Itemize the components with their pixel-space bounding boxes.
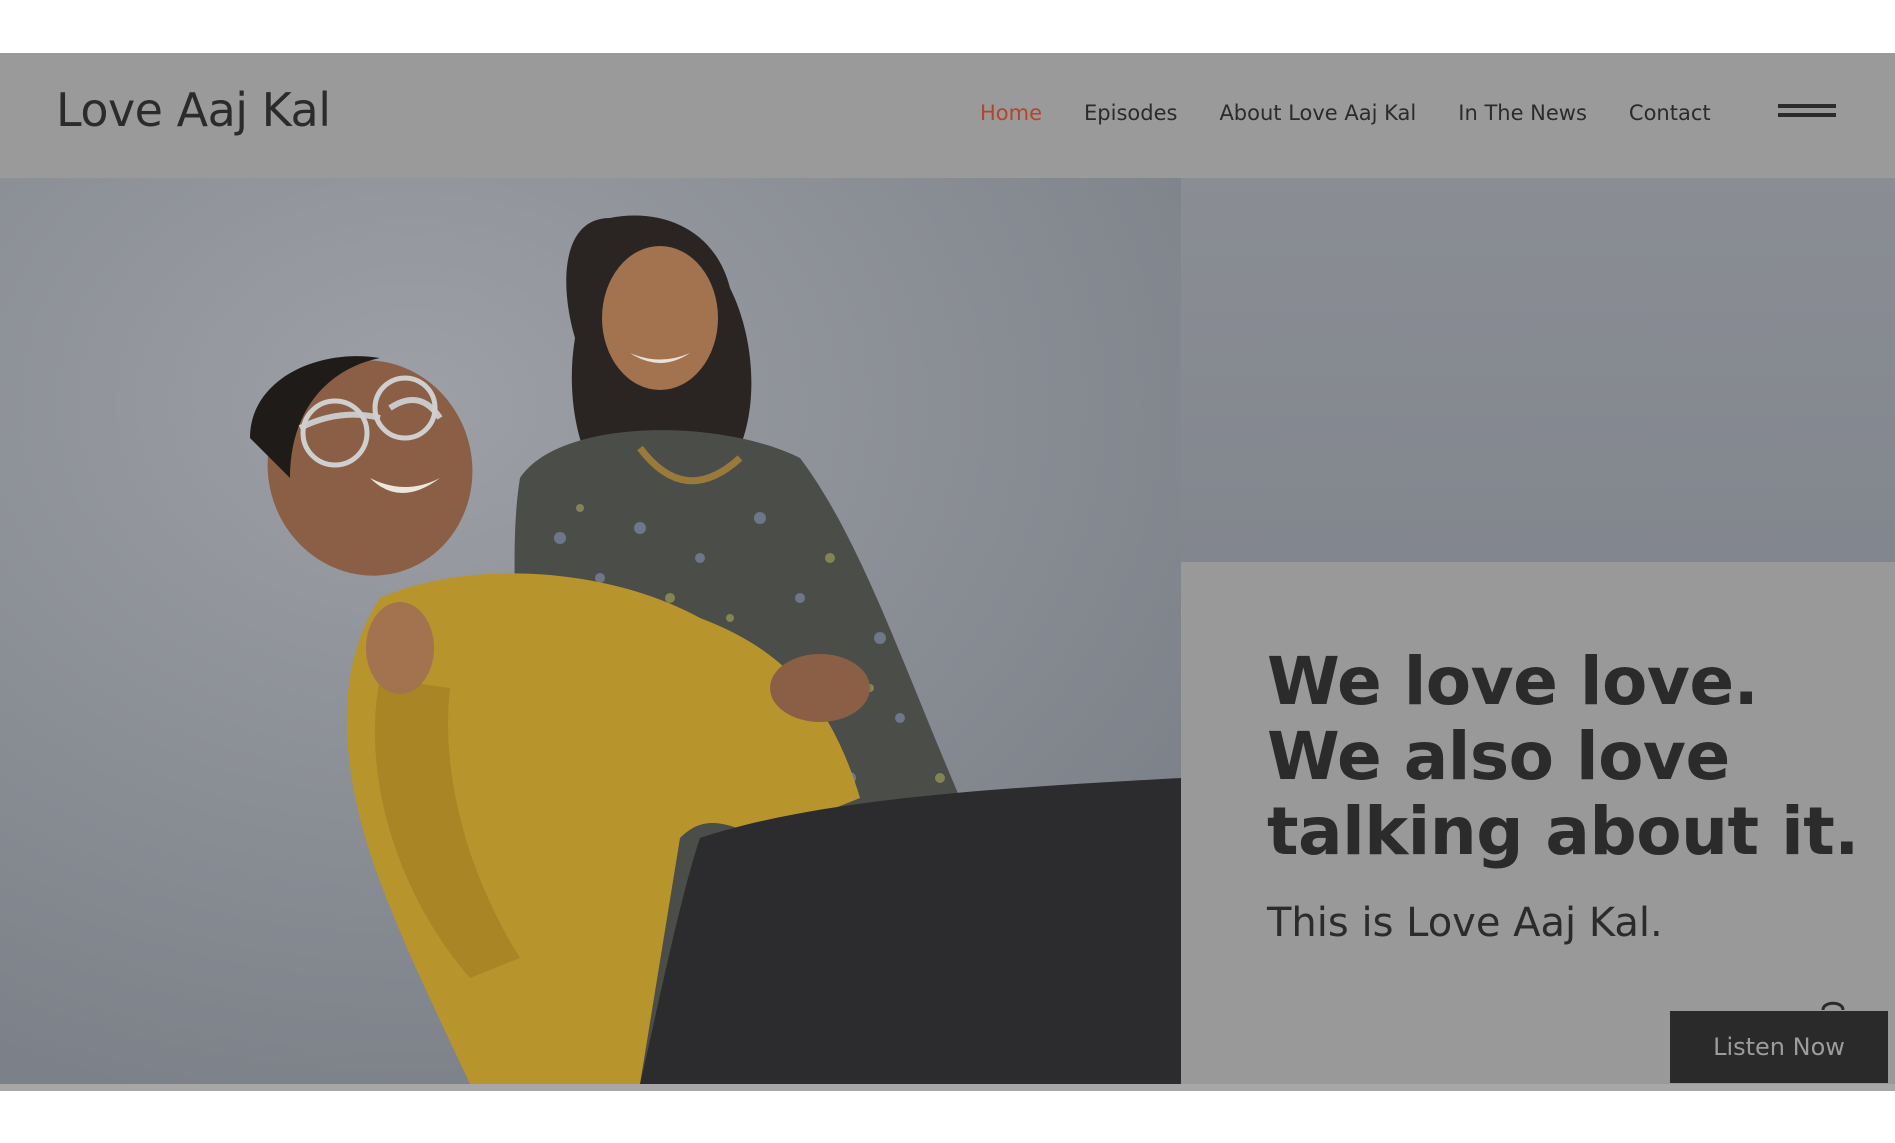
listen-now-button[interactable]: Listen Now [1670,1011,1888,1083]
hamburger-icon[interactable] [1778,100,1836,124]
bottom-divider [0,1084,1895,1091]
nav-item-home[interactable]: Home [980,101,1042,125]
hero-text-panel: We love love. We also love talking about… [1181,562,1895,1084]
site-logo[interactable]: Love Aaj Kal [56,83,331,137]
nav-item-news[interactable]: In The News [1458,101,1587,125]
headline-line: talking about it. [1267,793,1859,870]
nav-item-about[interactable]: About Love Aaj Kal [1219,101,1416,125]
nav-item-episodes[interactable]: Episodes [1084,101,1177,125]
hero-photo [0,178,1181,1084]
main-nav: Home Episodes About Love Aaj Kal In The … [980,101,1711,125]
headline-line: We also love [1267,718,1730,795]
hands-clasped [770,654,870,722]
hamburger-line [1778,104,1836,108]
hero-subline: This is Love Aaj Kal. [1267,900,1663,946]
nav-item-contact[interactable]: Contact [1629,101,1711,125]
hamburger-line [1778,113,1836,117]
hero-headline: We love love. We also love talking about… [1267,644,1867,869]
woman-face [602,246,718,390]
headline-line: We love love. [1267,643,1759,720]
site-header: Love Aaj Kal Home Episodes About Love Aa… [0,53,1895,178]
woman-hand [366,602,434,694]
page: Love Aaj Kal Home Episodes About Love Aa… [0,0,1895,1143]
